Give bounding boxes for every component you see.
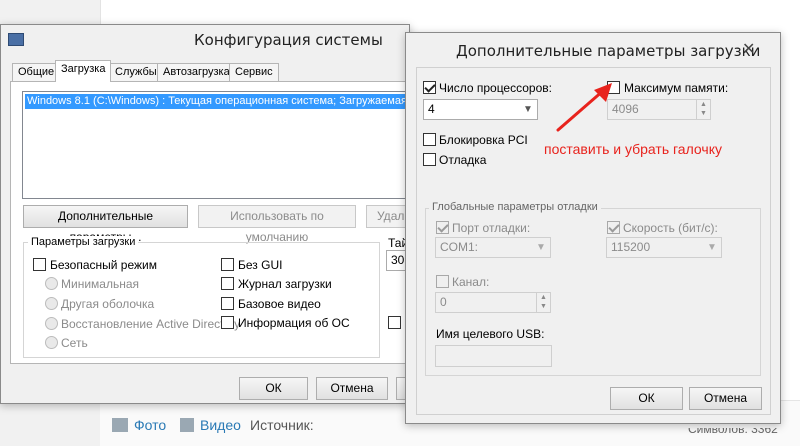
channel-checkbox[interactable] <box>436 275 449 288</box>
debug-port-value: COM1: <box>440 240 479 254</box>
baud-rate-label: Скорость (бит/с): <box>623 221 718 235</box>
max-memory-spinner[interactable]: ▲ ▼ <box>696 100 710 119</box>
baud-rate-checkbox[interactable] <box>607 221 620 234</box>
boot-list[interactable]: Windows 8.1 (C:\Windows) : Текущая опера… <box>22 91 408 199</box>
tab-tools[interactable]: Сервис <box>229 63 279 81</box>
usb-target-label: Имя целевого USB: <box>436 327 545 341</box>
advanced-options-button[interactable]: Дополнительные параметры... <box>23 205 188 244</box>
pci-lock-label: Блокировка PCI <box>439 133 528 147</box>
safe-mode-checkbox[interactable] <box>33 258 46 271</box>
chevron-down-icon: ▼ <box>707 242 717 253</box>
sys-config-title: Конфигурация системы <box>194 31 383 49</box>
tab-services[interactable]: Службы <box>109 63 163 81</box>
delete-button[interactable]: Удали <box>366 205 408 228</box>
tab-general[interactable]: Общие <box>12 63 61 81</box>
max-memory-input[interactable]: 4096 ▲ ▼ <box>607 99 711 120</box>
minimal-radio[interactable] <box>45 277 58 290</box>
max-memory-label: Максимум памяти: <box>624 81 729 95</box>
advanced-ok-button[interactable]: ОК <box>610 387 683 410</box>
num-processors-checkbox[interactable] <box>423 81 436 94</box>
channel-value: 0 <box>440 295 447 309</box>
annotation-text: поставить и убрать галочку <box>544 141 722 157</box>
num-processors-select[interactable]: 4 ▼ <box>423 99 538 120</box>
close-icon[interactable]: ✕ <box>742 39 755 59</box>
baud-rate-value: 115200 <box>611 240 651 254</box>
photo-icon <box>112 418 128 432</box>
os-info-checkbox[interactable] <box>221 316 234 329</box>
baud-rate-select[interactable]: 115200 ▼ <box>606 237 722 258</box>
tab-startup[interactable]: Автозагрузка <box>157 63 236 81</box>
ad-repair-radio[interactable] <box>45 317 58 330</box>
boot-options-title: Параметры загрузки <box>28 236 139 248</box>
advanced-cancel-button[interactable]: Отмена <box>689 387 762 410</box>
ad-repair-label: Восстановление Active Directory <box>61 317 241 331</box>
video-link[interactable]: Видео <box>180 417 241 433</box>
app-icon <box>8 33 24 46</box>
base-video-checkbox[interactable] <box>221 297 234 310</box>
minimal-label: Минимальная <box>61 277 140 291</box>
pci-lock-checkbox[interactable] <box>423 133 436 146</box>
sys-config-titlebar: Конфигурация системы <box>1 25 409 57</box>
debug-port-checkbox[interactable] <box>436 221 449 234</box>
os-info-label: Информация об ОС <box>238 316 350 330</box>
channel-label: Канал: <box>452 275 490 289</box>
set-default-button[interactable]: Использовать по умолчанию <box>198 205 356 244</box>
debug-port-label: Порт отладки: <box>452 221 531 235</box>
channel-input[interactable]: 0 ▲ ▼ <box>435 292 551 313</box>
channel-spinner[interactable]: ▲ ▼ <box>536 293 550 312</box>
alt-shell-radio[interactable] <box>45 297 58 310</box>
debug-port-select[interactable]: COM1: ▼ <box>435 237 551 258</box>
video-icon <box>180 418 194 432</box>
network-label: Сеть <box>61 336 88 350</box>
photo-link[interactable]: Фото <box>112 417 166 433</box>
no-gui-label: Без GUI <box>238 258 283 272</box>
source-label: Источник: <box>250 417 314 433</box>
annotation-arrow-icon <box>556 83 612 132</box>
chevron-down-icon: ▼ <box>523 104 533 115</box>
network-radio[interactable] <box>45 336 58 349</box>
no-gui-checkbox[interactable] <box>221 258 234 271</box>
num-processors-value: 4 <box>428 102 435 116</box>
advanced-title: Дополнительные параметры загрузки <box>456 42 761 60</box>
num-processors-label: Число процессоров: <box>439 81 552 95</box>
base-video-label: Базовое видео <box>238 297 321 311</box>
debug-label: Отладка <box>439 153 487 167</box>
chevron-down-icon: ▼ <box>536 242 546 253</box>
boot-list-item[interactable]: Windows 8.1 (C:\Windows) : Текущая опера… <box>25 94 407 109</box>
photo-label: Фото <box>134 417 167 433</box>
usb-target-input[interactable] <box>435 345 552 367</box>
alt-shell-label: Другая оболочка <box>61 297 155 311</box>
advanced-titlebar: Дополнительные параметры загрузки ✕ <box>406 33 780 65</box>
make-permanent-checkbox[interactable] <box>388 316 401 329</box>
safe-mode-label: Безопасный режим <box>50 258 157 272</box>
debug-checkbox[interactable] <box>423 153 436 166</box>
boot-log-checkbox[interactable] <box>221 277 234 290</box>
video-label: Видео <box>200 417 241 433</box>
boot-log-label: Журнал загрузки <box>238 277 332 291</box>
tab-boot[interactable]: Загрузка <box>55 60 112 82</box>
sys-cancel-button[interactable]: Отмена <box>316 377 388 400</box>
debug-settings-title: Глобальные параметры отладки <box>429 201 601 213</box>
sys-ok-button[interactable]: ОК <box>239 377 308 400</box>
